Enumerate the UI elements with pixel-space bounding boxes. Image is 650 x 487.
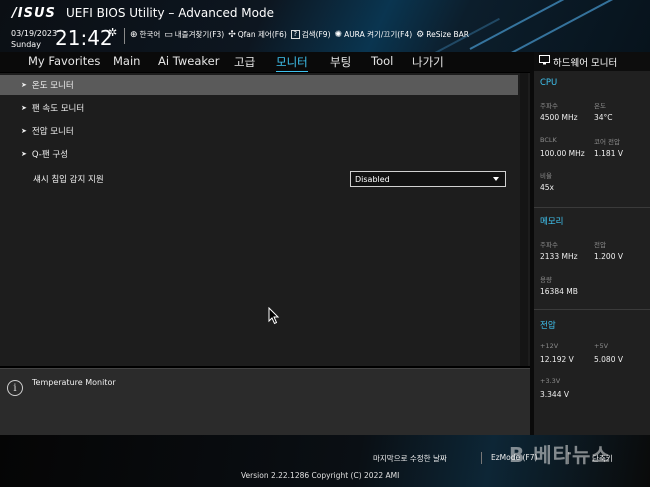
chassis-intrusion-select[interactable]: Disabled bbox=[350, 171, 506, 187]
tab-advanced[interactable]: 고급 bbox=[234, 54, 255, 70]
mem-volt-label: 전압 bbox=[594, 241, 606, 249]
favorites-icon: ▭ bbox=[164, 29, 173, 40]
ratio-value: 45x bbox=[540, 183, 554, 192]
help-panel: i Temperature Monitor bbox=[0, 368, 530, 435]
menu-row-qfan-config[interactable]: ➤ Q-팬 구성 bbox=[0, 144, 518, 164]
tab-my-favorites[interactable]: My Favorites bbox=[28, 54, 100, 68]
ratio-label: 비율 bbox=[540, 172, 552, 180]
tab-boot[interactable]: 부팅 bbox=[330, 54, 351, 70]
resize-bar-icon: ⚙ bbox=[416, 29, 425, 40]
app-title: UEFI BIOS Utility – Advanced Mode bbox=[66, 6, 274, 20]
clock-time[interactable]: 21:42 bbox=[55, 26, 113, 50]
info-icon: i bbox=[7, 380, 23, 396]
version-text: Version 2.22.1286 Copyright (C) 2022 AMI bbox=[241, 471, 400, 480]
cpu-temp-label: 온도 bbox=[594, 102, 606, 110]
bclk-label: BCLK bbox=[540, 136, 557, 144]
gear-icon[interactable]: ✲ bbox=[108, 26, 117, 39]
core-voltage-value: 1.181 V bbox=[594, 149, 623, 158]
menu-row-fan-speed-monitor[interactable]: ➤ 팬 속도 모니터 bbox=[0, 98, 518, 118]
aura-icon: ✺ bbox=[334, 29, 343, 40]
divider bbox=[534, 207, 650, 208]
header-bar: /ISUS UEFI BIOS Utility – Advanced Mode … bbox=[0, 0, 650, 52]
mouse-cursor-icon bbox=[268, 307, 280, 325]
scrollbar[interactable] bbox=[520, 73, 528, 366]
row-label: 전압 모니터 bbox=[31, 127, 74, 137]
aura-button[interactable]: ✺ AURA 켜기/끄기(F4) bbox=[335, 29, 413, 40]
row-label: Q-팬 구성 bbox=[31, 150, 69, 160]
tab-main[interactable]: Main bbox=[113, 54, 140, 68]
asus-logo: /ISUS bbox=[12, 6, 56, 21]
chevron-right-icon: ➤ bbox=[21, 127, 27, 135]
language-label: 한국어 bbox=[139, 30, 161, 39]
hardware-monitor-title: 하드웨어 모니터 bbox=[553, 57, 618, 69]
header-toolbar: ⊕ 한국어 ▭ 내즐겨찾기(F3) ✣ Qfan 제어(F6) ? 검색(F9)… bbox=[130, 29, 469, 40]
bclk-value: 100.00 MHz bbox=[540, 149, 585, 158]
v12-value: 12.192 V bbox=[540, 355, 574, 364]
main-panel: ➤ 온도 모니터 ➤ 팬 속도 모니터 ➤ 전압 모니터 ➤ Q-팬 구성 섀시… bbox=[0, 73, 530, 366]
tab-monitor[interactable]: 모니터 bbox=[276, 54, 308, 72]
language-button[interactable]: ⊕ 한국어 bbox=[130, 29, 160, 40]
chevron-right-icon: ➤ bbox=[21, 81, 27, 89]
row-label: 온도 모니터 bbox=[31, 81, 74, 91]
tab-ai-tweaker[interactable]: Ai Tweaker bbox=[158, 54, 219, 68]
monitor-icon bbox=[539, 55, 550, 68]
hardware-monitor-header: 하드웨어 모니터 bbox=[534, 52, 650, 71]
v12-label: +12V bbox=[540, 342, 559, 350]
resize-bar-label: ReSize BAR bbox=[426, 30, 470, 39]
voltage-section-title: 전압 bbox=[540, 321, 556, 331]
cpu-freq-value: 4500 MHz bbox=[540, 113, 578, 122]
v33-label: +3.3V bbox=[540, 377, 561, 385]
help-icon: ? bbox=[290, 30, 300, 39]
menu-row-voltage-monitor[interactable]: ➤ 전압 모니터 bbox=[0, 121, 518, 141]
divider bbox=[124, 28, 125, 44]
mem-capacity-value: 16384 MB bbox=[540, 287, 578, 296]
v5-label: +5V bbox=[594, 342, 609, 350]
day-text: Sunday bbox=[11, 40, 41, 49]
footer-bar: 마지막으로 수정한 날짜 EzMode (F7) 단축키 Version 2.2… bbox=[0, 435, 650, 487]
select-value: Disabled bbox=[355, 174, 390, 184]
qfan-label: Qfan 제어(F6) bbox=[237, 30, 287, 39]
v33-value: 3.344 V bbox=[540, 390, 569, 399]
watermark-logo: B 베타뉴스 bbox=[509, 443, 611, 467]
header-decor bbox=[499, 0, 642, 52]
divider bbox=[481, 452, 482, 464]
chevron-right-icon: ➤ bbox=[21, 150, 27, 158]
memory-section-title: 메모리 bbox=[540, 217, 564, 227]
my-favorites-label: 내즐겨찾기(F3) bbox=[174, 30, 225, 39]
chevron-down-icon bbox=[493, 177, 499, 181]
aura-label: AURA 켜기/끄기(F4) bbox=[344, 30, 413, 39]
my-favorites-button[interactable]: ▭ 내즐겨찾기(F3) bbox=[164, 29, 224, 40]
last-modified-button[interactable]: 마지막으로 수정한 날짜 bbox=[373, 453, 447, 464]
cpu-temp-value: 34°C bbox=[594, 113, 613, 122]
cpu-freq-label: 주파수 bbox=[540, 102, 558, 110]
divider bbox=[534, 309, 650, 310]
help-text: Temperature Monitor bbox=[32, 378, 116, 387]
fan-icon: ✣ bbox=[228, 29, 236, 40]
date-text: 03/19/2023 bbox=[11, 29, 58, 38]
tab-tool[interactable]: Tool bbox=[371, 54, 393, 68]
tab-exit[interactable]: 나가기 bbox=[412, 54, 444, 70]
resize-bar-button[interactable]: ⚙ ReSize BAR bbox=[416, 29, 469, 40]
qfan-button[interactable]: ✣ Qfan 제어(F6) bbox=[228, 29, 287, 40]
search-label: 검색(F9) bbox=[301, 30, 331, 39]
mem-freq-value: 2133 MHz bbox=[540, 252, 578, 261]
core-voltage-label: 코어 전압 bbox=[594, 138, 620, 146]
search-button[interactable]: ? 검색(F9) bbox=[290, 29, 331, 40]
chevron-right-icon: ➤ bbox=[21, 104, 27, 112]
mem-volt-value: 1.200 V bbox=[594, 252, 623, 261]
cpu-section-title: CPU bbox=[540, 78, 558, 88]
mem-freq-label: 주파수 bbox=[540, 241, 558, 249]
menu-row-temperature-monitor[interactable]: ➤ 온도 모니터 bbox=[0, 75, 518, 95]
globe-icon: ⊕ bbox=[130, 29, 138, 40]
mem-capacity-label: 용량 bbox=[540, 276, 552, 284]
chassis-intrusion-label: 섀시 침입 감지 지원 bbox=[33, 175, 104, 185]
v5-value: 5.080 V bbox=[594, 355, 623, 364]
row-label: 팬 속도 모니터 bbox=[31, 104, 85, 114]
hardware-monitor-panel: 하드웨어 모니터 CPU 주파수 4500 MHz 온도 34°C BCLK 1… bbox=[534, 52, 650, 435]
main-menu: My Favorites Main Ai Tweaker 고급 모니터 부팅 T… bbox=[0, 52, 530, 72]
